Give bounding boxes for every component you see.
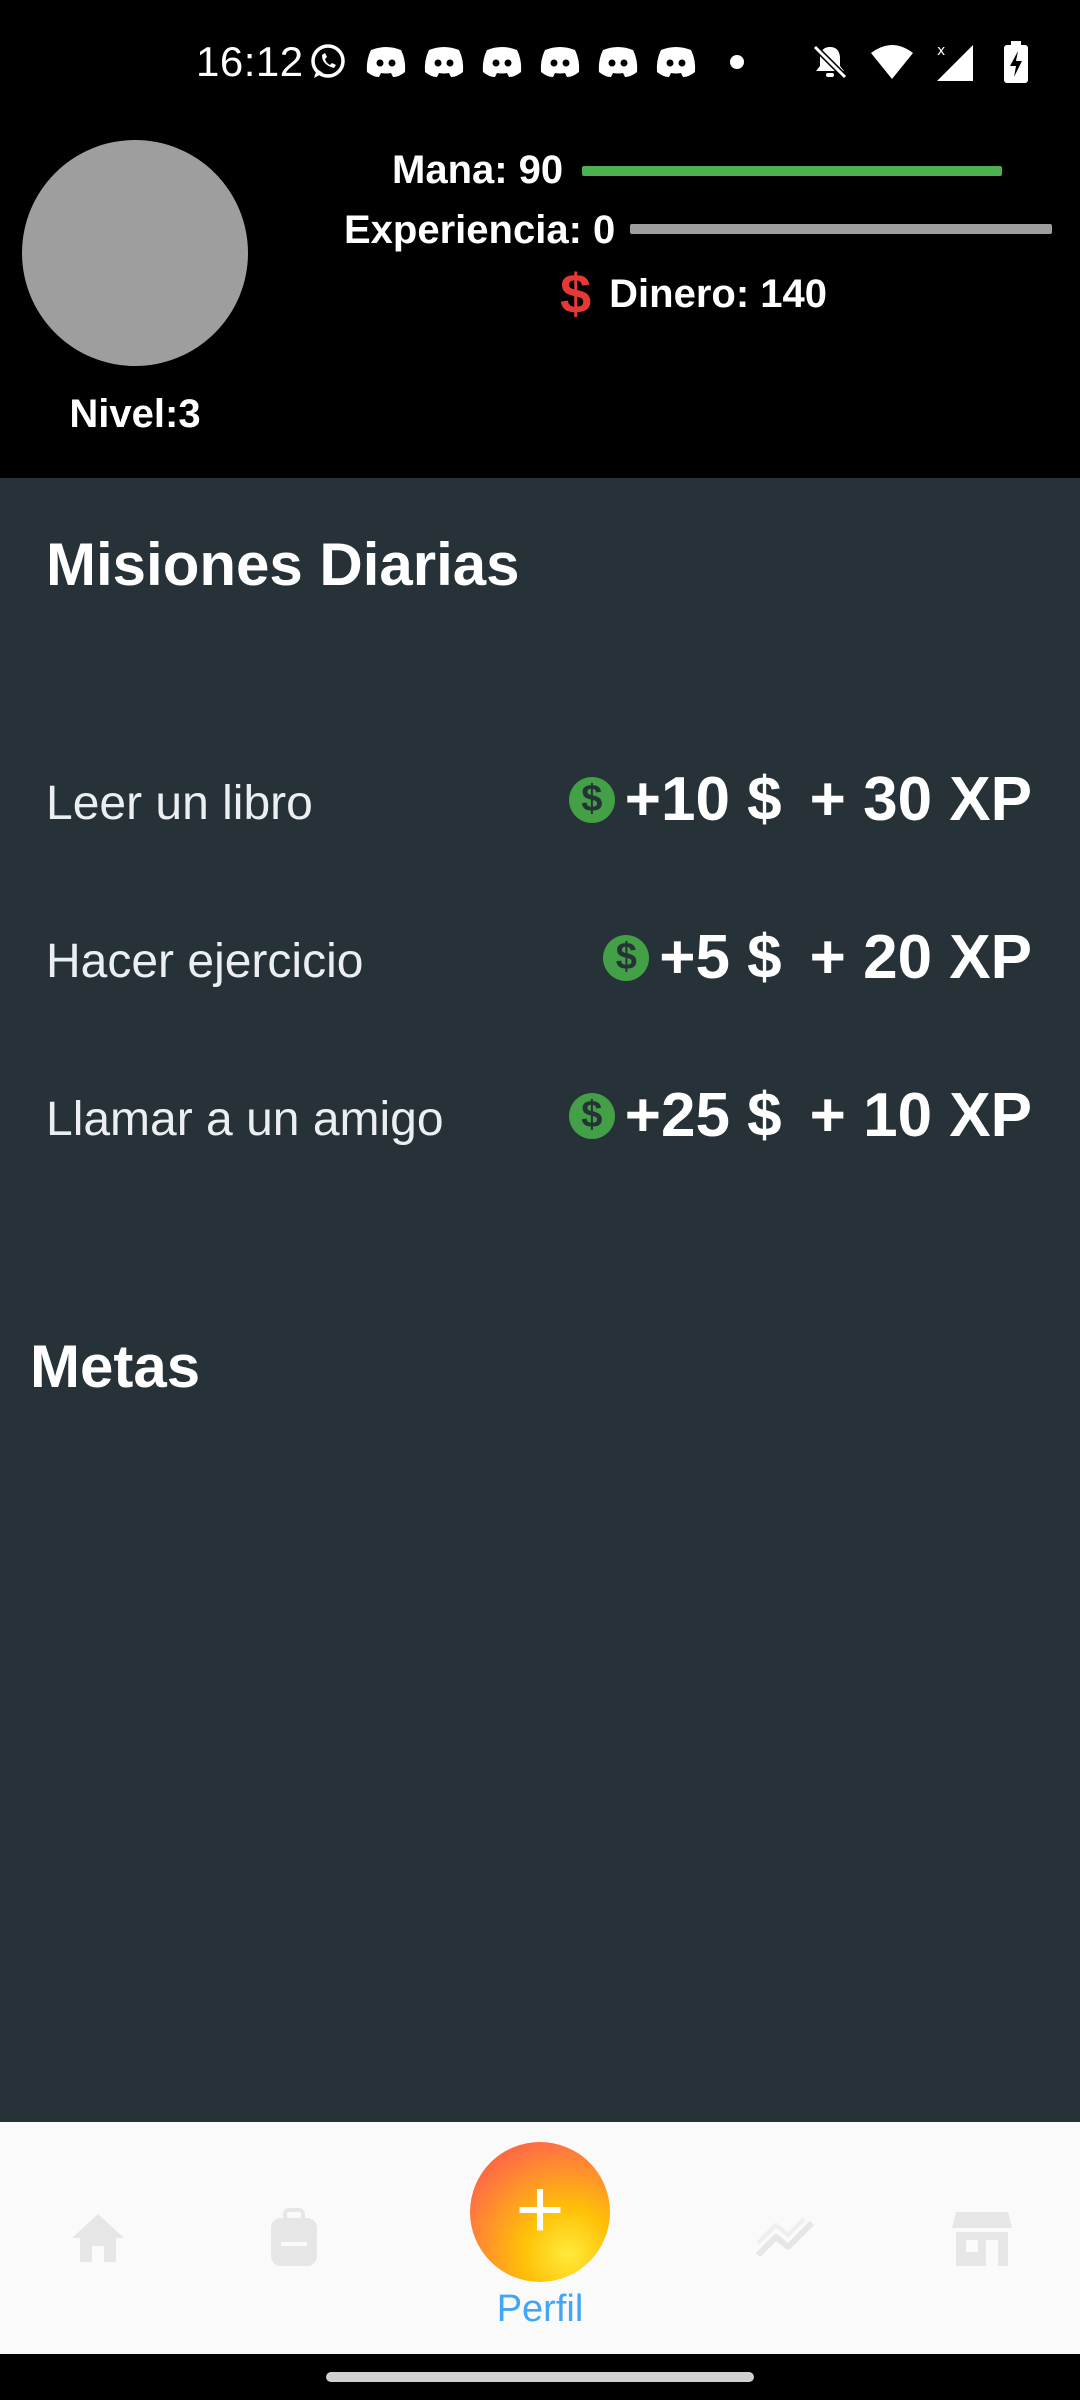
battery-charging-icon bbox=[992, 38, 1040, 86]
experience-label: Experiencia: 0 bbox=[344, 208, 616, 252]
avatar[interactable] bbox=[22, 140, 248, 366]
whatsapp-icon bbox=[304, 38, 352, 86]
svg-text:x: x bbox=[937, 43, 945, 59]
wifi-icon bbox=[868, 38, 916, 86]
system-icons: x bbox=[806, 38, 1040, 86]
mission-money: +5 $ bbox=[659, 923, 782, 992]
coin-icon: $ bbox=[568, 1092, 615, 1139]
bottom-navigation: + Perfil bbox=[0, 2122, 1080, 2354]
plus-icon: + bbox=[515, 2162, 565, 2256]
mission-name: Leer un libro bbox=[46, 777, 313, 830]
home-icon[interactable] bbox=[60, 2200, 136, 2276]
status-bar: 16:12 x bbox=[0, 0, 1080, 130]
discord-icon bbox=[362, 38, 410, 86]
more-dot-icon bbox=[730, 55, 744, 69]
money-row: $ Dinero: 140 bbox=[560, 266, 827, 322]
mission-xp: + 10 XP bbox=[809, 1081, 1032, 1150]
backpack-icon[interactable] bbox=[256, 2200, 332, 2276]
notifications-off-icon bbox=[806, 38, 854, 86]
mission-xp: + 20 XP bbox=[809, 923, 1032, 992]
discord-icon bbox=[420, 38, 468, 86]
discord-icon bbox=[594, 38, 642, 86]
gesture-navigation bbox=[0, 2354, 1080, 2400]
home-gesture-bar[interactable] bbox=[326, 2372, 754, 2382]
level-label: Nivel:3 bbox=[69, 392, 201, 436]
mission-reward: $ +25 $ + 10 XP bbox=[568, 1080, 1032, 1151]
goals-title: Metas bbox=[30, 1333, 201, 1400]
mission-item[interactable]: Hacer ejercicio $ +5 $ + 20 XP bbox=[0, 912, 1080, 1002]
discord-icon bbox=[652, 38, 700, 86]
dollar-icon: $ bbox=[560, 262, 592, 325]
coin-icon: $ bbox=[568, 776, 615, 823]
mana-label: Mana: 90 bbox=[392, 148, 564, 192]
experience-bar bbox=[630, 224, 1052, 234]
mana-bar bbox=[582, 166, 1002, 176]
mission-item[interactable]: Llamar a un amigo $ +25 $ + 10 XP bbox=[0, 1070, 1080, 1160]
daily-missions-title: Misiones Diarias bbox=[46, 531, 520, 598]
mission-reward: $ +5 $ + 20 XP bbox=[603, 922, 1032, 993]
mission-item[interactable]: Leer un libro $ +10 $ + 30 XP bbox=[0, 754, 1080, 844]
mission-reward: $ +10 $ + 30 XP bbox=[568, 764, 1032, 835]
add-button[interactable]: + bbox=[470, 2142, 610, 2282]
coin-icon: $ bbox=[603, 934, 650, 981]
nav-label-perfil[interactable]: Perfil bbox=[0, 2288, 1080, 2331]
mission-name: Llamar a un amigo bbox=[46, 1093, 444, 1146]
money-label: Dinero: 140 bbox=[609, 271, 828, 316]
discord-icon bbox=[536, 38, 584, 86]
main-content: Misiones Diarias Leer un libro $ +10 $ +… bbox=[0, 478, 1080, 2122]
discord-icon bbox=[478, 38, 526, 86]
profile-header: Nivel:3 Mana: 90 Experiencia: 0 $ Dinero… bbox=[0, 130, 1080, 478]
mission-money: +25 $ bbox=[624, 1081, 782, 1150]
status-time: 16:12 bbox=[196, 38, 304, 85]
stats-icon[interactable] bbox=[748, 2200, 824, 2276]
signal-icon: x bbox=[930, 38, 978, 86]
mission-money: +10 $ bbox=[624, 765, 782, 834]
store-icon[interactable] bbox=[944, 2200, 1020, 2276]
notification-icons bbox=[304, 38, 744, 86]
mission-name: Hacer ejercicio bbox=[46, 935, 364, 988]
mission-xp: + 30 XP bbox=[809, 765, 1032, 834]
